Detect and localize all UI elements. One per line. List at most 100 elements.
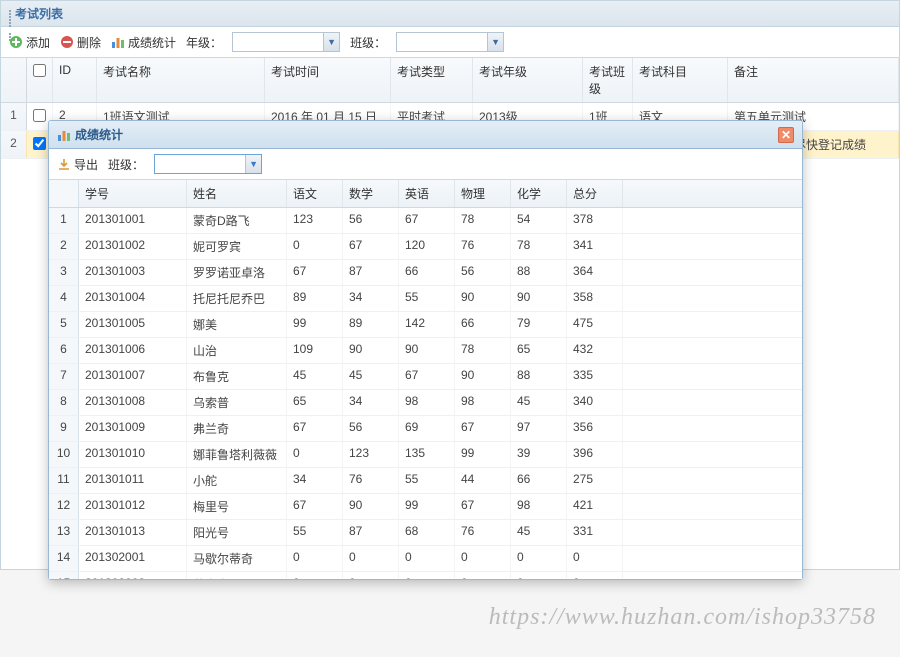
rownum: 14: [49, 546, 79, 571]
cell-english: 68: [399, 520, 455, 545]
col-sid[interactable]: 学号: [79, 180, 187, 207]
cell-math: 90: [343, 494, 399, 519]
cell-total: 421: [567, 494, 623, 519]
cell-chemistry: 54: [511, 208, 567, 233]
table-row[interactable]: 9201301009弗兰奇6756696797356: [49, 416, 802, 442]
chevron-down-icon[interactable]: ▼: [487, 33, 503, 51]
add-button[interactable]: 添加: [9, 34, 50, 51]
delete-button[interactable]: 删除: [60, 34, 101, 51]
dialog-header[interactable]: 成绩统计 ✕: [49, 121, 802, 149]
col-name[interactable]: 考试名称: [97, 58, 265, 102]
cell-name: 弗兰奇: [187, 416, 287, 441]
cell-chinese: 0: [287, 572, 343, 579]
rownum: 4: [49, 286, 79, 311]
rownum: 3: [49, 260, 79, 285]
table-row[interactable]: 2201301002妮可罗宾0671207678341: [49, 234, 802, 260]
rownum: 7: [49, 364, 79, 389]
cell-physics: 90: [455, 286, 511, 311]
table-row[interactable]: 1201301001蒙奇D路飞12356677854378: [49, 208, 802, 234]
table-row[interactable]: 4201301004托尼托尼乔巴8934559090358: [49, 286, 802, 312]
cell-math: 56: [343, 416, 399, 441]
cell-name: 托尼托尼乔巴: [187, 286, 287, 311]
cell-chemistry: 0: [511, 546, 567, 571]
cell-english: 66: [399, 260, 455, 285]
table-row[interactable]: 12201301012梅里号6790996798421: [49, 494, 802, 520]
cell-physics: 76: [455, 234, 511, 259]
table-row[interactable]: 14201302001马歇尔蒂奇000000: [49, 546, 802, 572]
dlg-class-input[interactable]: [155, 155, 245, 173]
cell-physics: 98: [455, 390, 511, 415]
table-row[interactable]: 13201301013阳光号5587687645331: [49, 520, 802, 546]
cell-sid: 201302001: [79, 546, 187, 571]
cell-name: 马歇尔蒂奇: [187, 546, 287, 571]
col-type[interactable]: 考试类型: [391, 58, 473, 102]
col-sname[interactable]: 姓名: [187, 180, 287, 207]
cell-physics: 67: [455, 494, 511, 519]
col-physics[interactable]: 物理: [455, 180, 511, 207]
cell-chemistry: 45: [511, 390, 567, 415]
col-grade[interactable]: 考试年级: [473, 58, 583, 102]
dlg-class-combo[interactable]: ▼: [154, 154, 262, 174]
class-combo[interactable]: ▼: [396, 32, 504, 52]
stats-icon: [111, 35, 125, 49]
panel-header: 考试列表: [1, 1, 899, 27]
table-row[interactable]: 10201301010娜菲鲁塔利薇薇01231359939396: [49, 442, 802, 468]
cell-chemistry: 98: [511, 494, 567, 519]
cell-name: 阳光号: [187, 520, 287, 545]
cell-name: 妮可罗宾: [187, 234, 287, 259]
cell-total: 364: [567, 260, 623, 285]
rownum: 5: [49, 312, 79, 337]
exam-grid-header: ID 考试名称 考试时间 考试类型 考试年级 考试班级 考试科目 备注: [1, 58, 899, 103]
cell-chinese: 99: [287, 312, 343, 337]
class-label: 班级：: [350, 34, 386, 51]
col-subject[interactable]: 考试科目: [633, 58, 728, 102]
table-row[interactable]: 6201301006山治10990907865432: [49, 338, 802, 364]
chevron-down-icon[interactable]: ▼: [245, 155, 261, 173]
col-checkbox[interactable]: [27, 58, 53, 102]
grade-combo[interactable]: ▼: [232, 32, 340, 52]
main-toolbar: 添加 删除 成绩统计 年级： ▼ 班级： ▼: [1, 27, 899, 58]
table-row[interactable]: 3201301003罗罗诺亚卓洛6787665688364: [49, 260, 802, 286]
cell-name: 乌索普: [187, 390, 287, 415]
cell-chemistry: 88: [511, 260, 567, 285]
export-button[interactable]: 导出: [57, 156, 98, 173]
cell-chemistry: 88: [511, 364, 567, 389]
col-remark[interactable]: 备注: [728, 58, 899, 102]
table-row[interactable]: 11201301011小舵3476554466275: [49, 468, 802, 494]
cell-math: 90: [343, 338, 399, 363]
cell-total: 331: [567, 520, 623, 545]
dlg-class-label: 班级：: [108, 156, 144, 173]
cell-english: 0: [399, 572, 455, 579]
table-row[interactable]: 15201302002范奥卡000000: [49, 572, 802, 579]
cell-total: 475: [567, 312, 623, 337]
table-row[interactable]: 8201301008乌索普6534989845340: [49, 390, 802, 416]
stats-button[interactable]: 成绩统计: [111, 34, 176, 51]
cell-name: 布鲁克: [187, 364, 287, 389]
close-icon: ✕: [781, 128, 791, 142]
cell-sid: 201301013: [79, 520, 187, 545]
col-english[interactable]: 英语: [399, 180, 455, 207]
col-id[interactable]: ID: [53, 58, 97, 102]
col-total[interactable]: 总分: [567, 180, 623, 207]
cell-chemistry: 0: [511, 572, 567, 579]
table-row[interactable]: 7201301007布鲁克4545679088335: [49, 364, 802, 390]
score-grid-body[interactable]: 1201301001蒙奇D路飞123566778543782201301002妮…: [49, 208, 802, 579]
close-button[interactable]: ✕: [778, 127, 794, 143]
class-input[interactable]: [397, 33, 487, 51]
chevron-down-icon[interactable]: ▼: [323, 33, 339, 51]
table-row[interactable]: 5201301005娜美99891426679475: [49, 312, 802, 338]
cell-math: 123: [343, 442, 399, 467]
cell-chinese: 45: [287, 364, 343, 389]
col-time[interactable]: 考试时间: [265, 58, 391, 102]
grade-input[interactable]: [233, 33, 323, 51]
col-class[interactable]: 考试班级: [583, 58, 633, 102]
cell-english: 69: [399, 416, 455, 441]
cell-chemistry: 39: [511, 442, 567, 467]
cell-sid: 201301007: [79, 364, 187, 389]
cell-math: 0: [343, 572, 399, 579]
col-chinese[interactable]: 语文: [287, 180, 343, 207]
cell-chemistry: 45: [511, 520, 567, 545]
cell-chemistry: 66: [511, 468, 567, 493]
col-chemistry[interactable]: 化学: [511, 180, 567, 207]
col-math[interactable]: 数学: [343, 180, 399, 207]
